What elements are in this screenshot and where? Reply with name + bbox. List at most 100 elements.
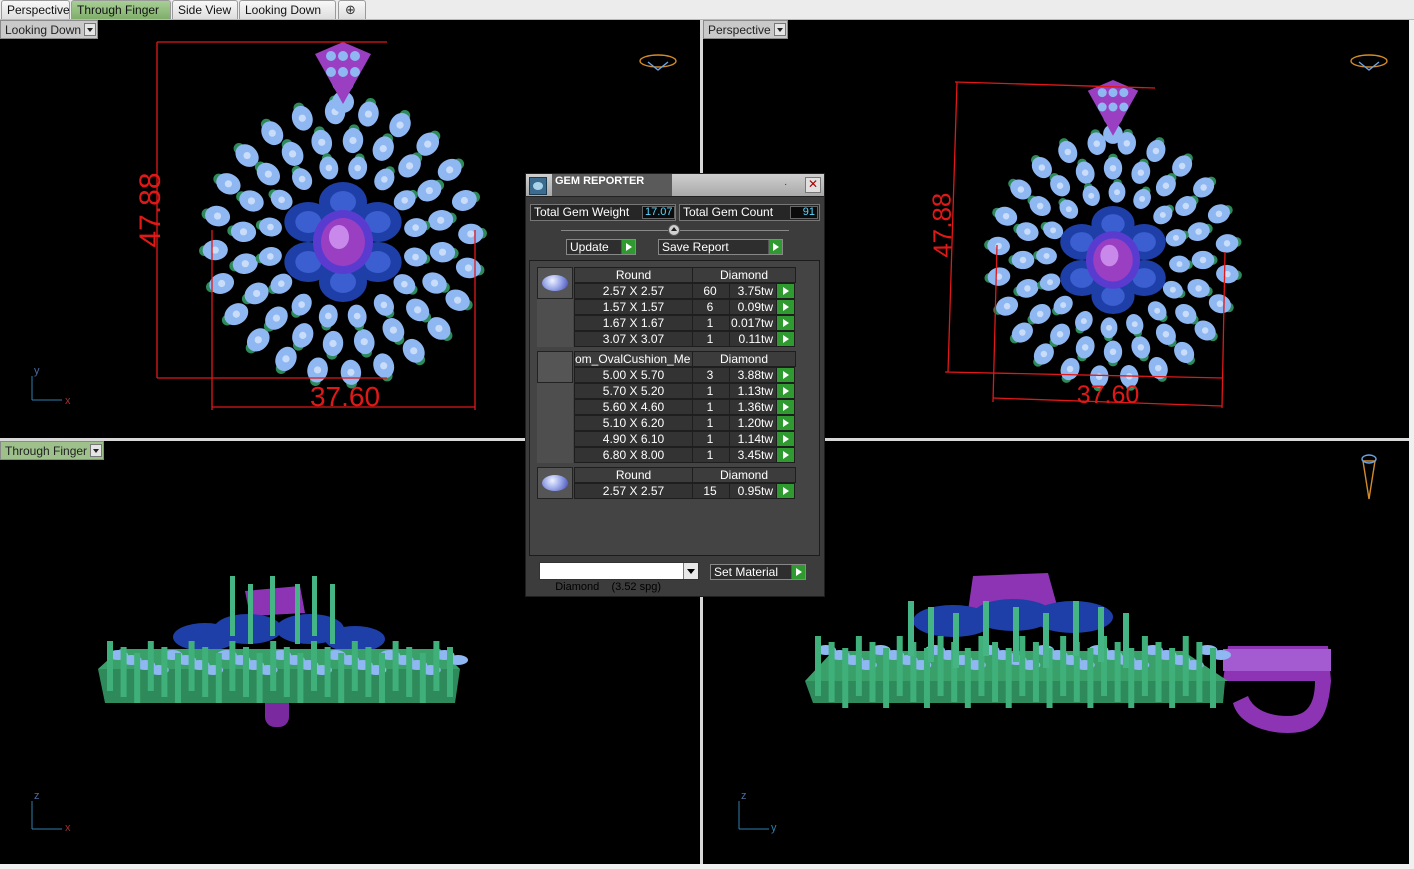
dimension-width-label: 37.60: [310, 381, 380, 412]
gem-weight-cell: 0.95tw: [729, 483, 777, 499]
gem-size-cell: 2.57 X 2.57: [574, 483, 693, 499]
gem-list[interactable]: Round Diamond 2.57 X 2.57 60 3.75tw 1.57 X 1.…: [529, 260, 820, 556]
total-gem-weight-field: Total Gem Weight 17.07: [530, 204, 676, 221]
add-tab-button[interactable]: ⊕: [338, 0, 366, 19]
gem-count-cell: 1: [692, 415, 730, 431]
gem-group-header: om_OvalCushion_Me Diamond: [574, 351, 796, 367]
select-gems-arrow-icon[interactable]: [776, 399, 795, 415]
gem-weight-cell: 3.88tw: [729, 367, 777, 383]
tab-perspective[interactable]: Perspective: [1, 0, 70, 19]
tab-side-view[interactable]: Side View: [172, 0, 238, 19]
axis-y-label: y: [34, 365, 40, 377]
gem-row[interactable]: 6.80 X 8.00 1 3.45tw: [574, 447, 795, 463]
gem-size-cell: 1.57 X 1.57: [574, 299, 693, 315]
gem-row[interactable]: 2.57 X 2.57 15 0.95tw: [574, 483, 795, 499]
gem-weight-cell: 1.13tw: [729, 383, 777, 399]
axis-y-label: y: [771, 822, 777, 834]
gem-weight-cell: 3.75tw: [729, 283, 777, 299]
gem-row[interactable]: 5.00 X 5.70 3 3.88tw: [574, 367, 795, 383]
axis-indicator: [31, 376, 62, 401]
viewport-menu-dropdown-icon[interactable]: [773, 23, 786, 36]
gem-row[interactable]: 5.60 X 4.60 1 1.36tw: [574, 399, 795, 415]
gem-row[interactable]: 1.57 X 1.57 6 0.09tw: [574, 299, 795, 315]
total-gem-count-field: Total Gem Count 91: [679, 204, 820, 221]
dimension-width-label: 37.60: [1077, 381, 1140, 409]
gem-size-cell: 2.57 X 2.57: [574, 283, 693, 299]
viewport-label-through-finger[interactable]: Through Finger: [0, 441, 105, 460]
select-gems-arrow-icon[interactable]: [776, 331, 795, 347]
tab-looking-down[interactable]: Looking Down: [239, 0, 336, 19]
material-select-value: Diamond (3.52 spg): [555, 581, 662, 593]
gem-row[interactable]: 5.70 X 5.20 1 1.13tw: [574, 383, 795, 399]
gem-row[interactable]: 1.67 X 1.67 1 0.017tw: [574, 315, 795, 331]
gem-weight-cell: 0.017tw: [729, 315, 777, 331]
gem-size-cell: 5.10 X 6.20: [574, 415, 693, 431]
view-cube-icon: [639, 54, 677, 71]
gem-row[interactable]: 3.07 X 3.07 1 0.11tw: [574, 331, 795, 347]
gem-count-cell: 1: [692, 331, 730, 347]
gem-group-header: Round Diamond: [574, 467, 796, 483]
viewport-label-perspective[interactable]: Perspective: [703, 20, 788, 39]
gem-row[interactable]: 2.57 X 2.57 60 3.75tw: [574, 283, 795, 299]
select-gems-arrow-icon[interactable]: [776, 315, 795, 331]
gem-shape-header: Round: [574, 467, 693, 483]
gem-row[interactable]: 4.90 X 6.10 1 1.14tw: [574, 431, 795, 447]
window-edge-bottom: [0, 864, 1414, 869]
play-arrow-icon: [768, 240, 782, 254]
gem-count-cell: 1: [692, 399, 730, 415]
axis-x-label: x: [65, 822, 71, 834]
gem-reporter-app-icon: [529, 177, 547, 195]
total-gem-weight-label: Total Gem Weight: [534, 205, 630, 219]
gem-weight-cell: 0.11tw: [729, 331, 777, 347]
total-gem-weight-value: 17.07: [642, 206, 675, 219]
gem-weight-cell: 1.14tw: [729, 431, 777, 447]
gem-reporter-panel: GEM REPORTER · ✕ Total Gem Weight 17.07 …: [525, 173, 825, 597]
blank-gem-icon[interactable]: [537, 351, 573, 383]
round-gem-icon[interactable]: [537, 267, 573, 299]
select-gems-arrow-icon[interactable]: [776, 383, 795, 399]
play-arrow-icon: [791, 565, 805, 579]
select-gems-arrow-icon[interactable]: [776, 299, 795, 315]
total-gem-count-label: Total Gem Count: [683, 205, 774, 219]
axis-z-label: z: [741, 790, 747, 802]
dimension-height-label: 47.88: [926, 192, 957, 258]
gem-count-cell: 1: [692, 431, 730, 447]
axis-indicator: [31, 801, 62, 830]
select-gems-arrow-icon[interactable]: [776, 367, 795, 383]
select-gems-arrow-icon[interactable]: [776, 431, 795, 447]
gem-group-header: Round Diamond: [574, 267, 796, 283]
gem-material-header: Diamond: [692, 467, 796, 483]
save-report-button[interactable]: Save Report: [658, 239, 783, 255]
viewport-menu-dropdown-icon[interactable]: [84, 23, 97, 36]
gem-count-cell: 3: [692, 367, 730, 383]
update-button[interactable]: Update: [566, 239, 636, 255]
material-select[interactable]: Diamond (3.52 spg): [539, 562, 699, 593]
dimension-height-label: 47.88: [134, 172, 167, 247]
viewport-tab-bar: Perspective Through Finger Side View Loo…: [0, 0, 1414, 20]
gem-weight-cell: 0.09tw: [729, 299, 777, 315]
set-material-button[interactable]: Set Material: [710, 564, 806, 580]
view-cube-icon: [1350, 54, 1388, 71]
pendant-flower-render: [199, 42, 487, 389]
collapse-toggle-icon[interactable]: [668, 224, 680, 236]
viewport-label-looking-down[interactable]: Looking Down: [0, 20, 99, 39]
select-gems-arrow-icon[interactable]: [776, 447, 795, 463]
close-button[interactable]: ✕: [805, 177, 821, 193]
gem-size-cell: 6.80 X 8.00: [574, 447, 693, 463]
window-edge: [1409, 20, 1414, 869]
gem-size-cell: 5.70 X 5.20: [574, 383, 693, 399]
gem-row[interactable]: 5.10 X 6.20 1 1.20tw: [574, 415, 795, 431]
tab-through-finger[interactable]: Through Finger: [71, 0, 171, 19]
gem-weight-cell: 1.20tw: [729, 415, 777, 431]
round-gem-icon[interactable]: [537, 467, 573, 499]
viewport-menu-dropdown-icon[interactable]: [90, 444, 103, 457]
set-material-button-label: Set Material: [714, 565, 779, 579]
gem-size-cell: 3.07 X 3.07: [574, 331, 693, 347]
chevron-down-icon[interactable]: [683, 563, 698, 579]
select-gems-arrow-icon[interactable]: [776, 483, 795, 499]
gem-shape-header: Round: [574, 267, 693, 283]
select-gems-arrow-icon[interactable]: [776, 415, 795, 431]
gem-reporter-titlebar[interactable]: GEM REPORTER · ✕: [526, 174, 824, 197]
select-gems-arrow-icon[interactable]: [776, 283, 795, 299]
minimize-icon[interactable]: ·: [784, 179, 794, 190]
